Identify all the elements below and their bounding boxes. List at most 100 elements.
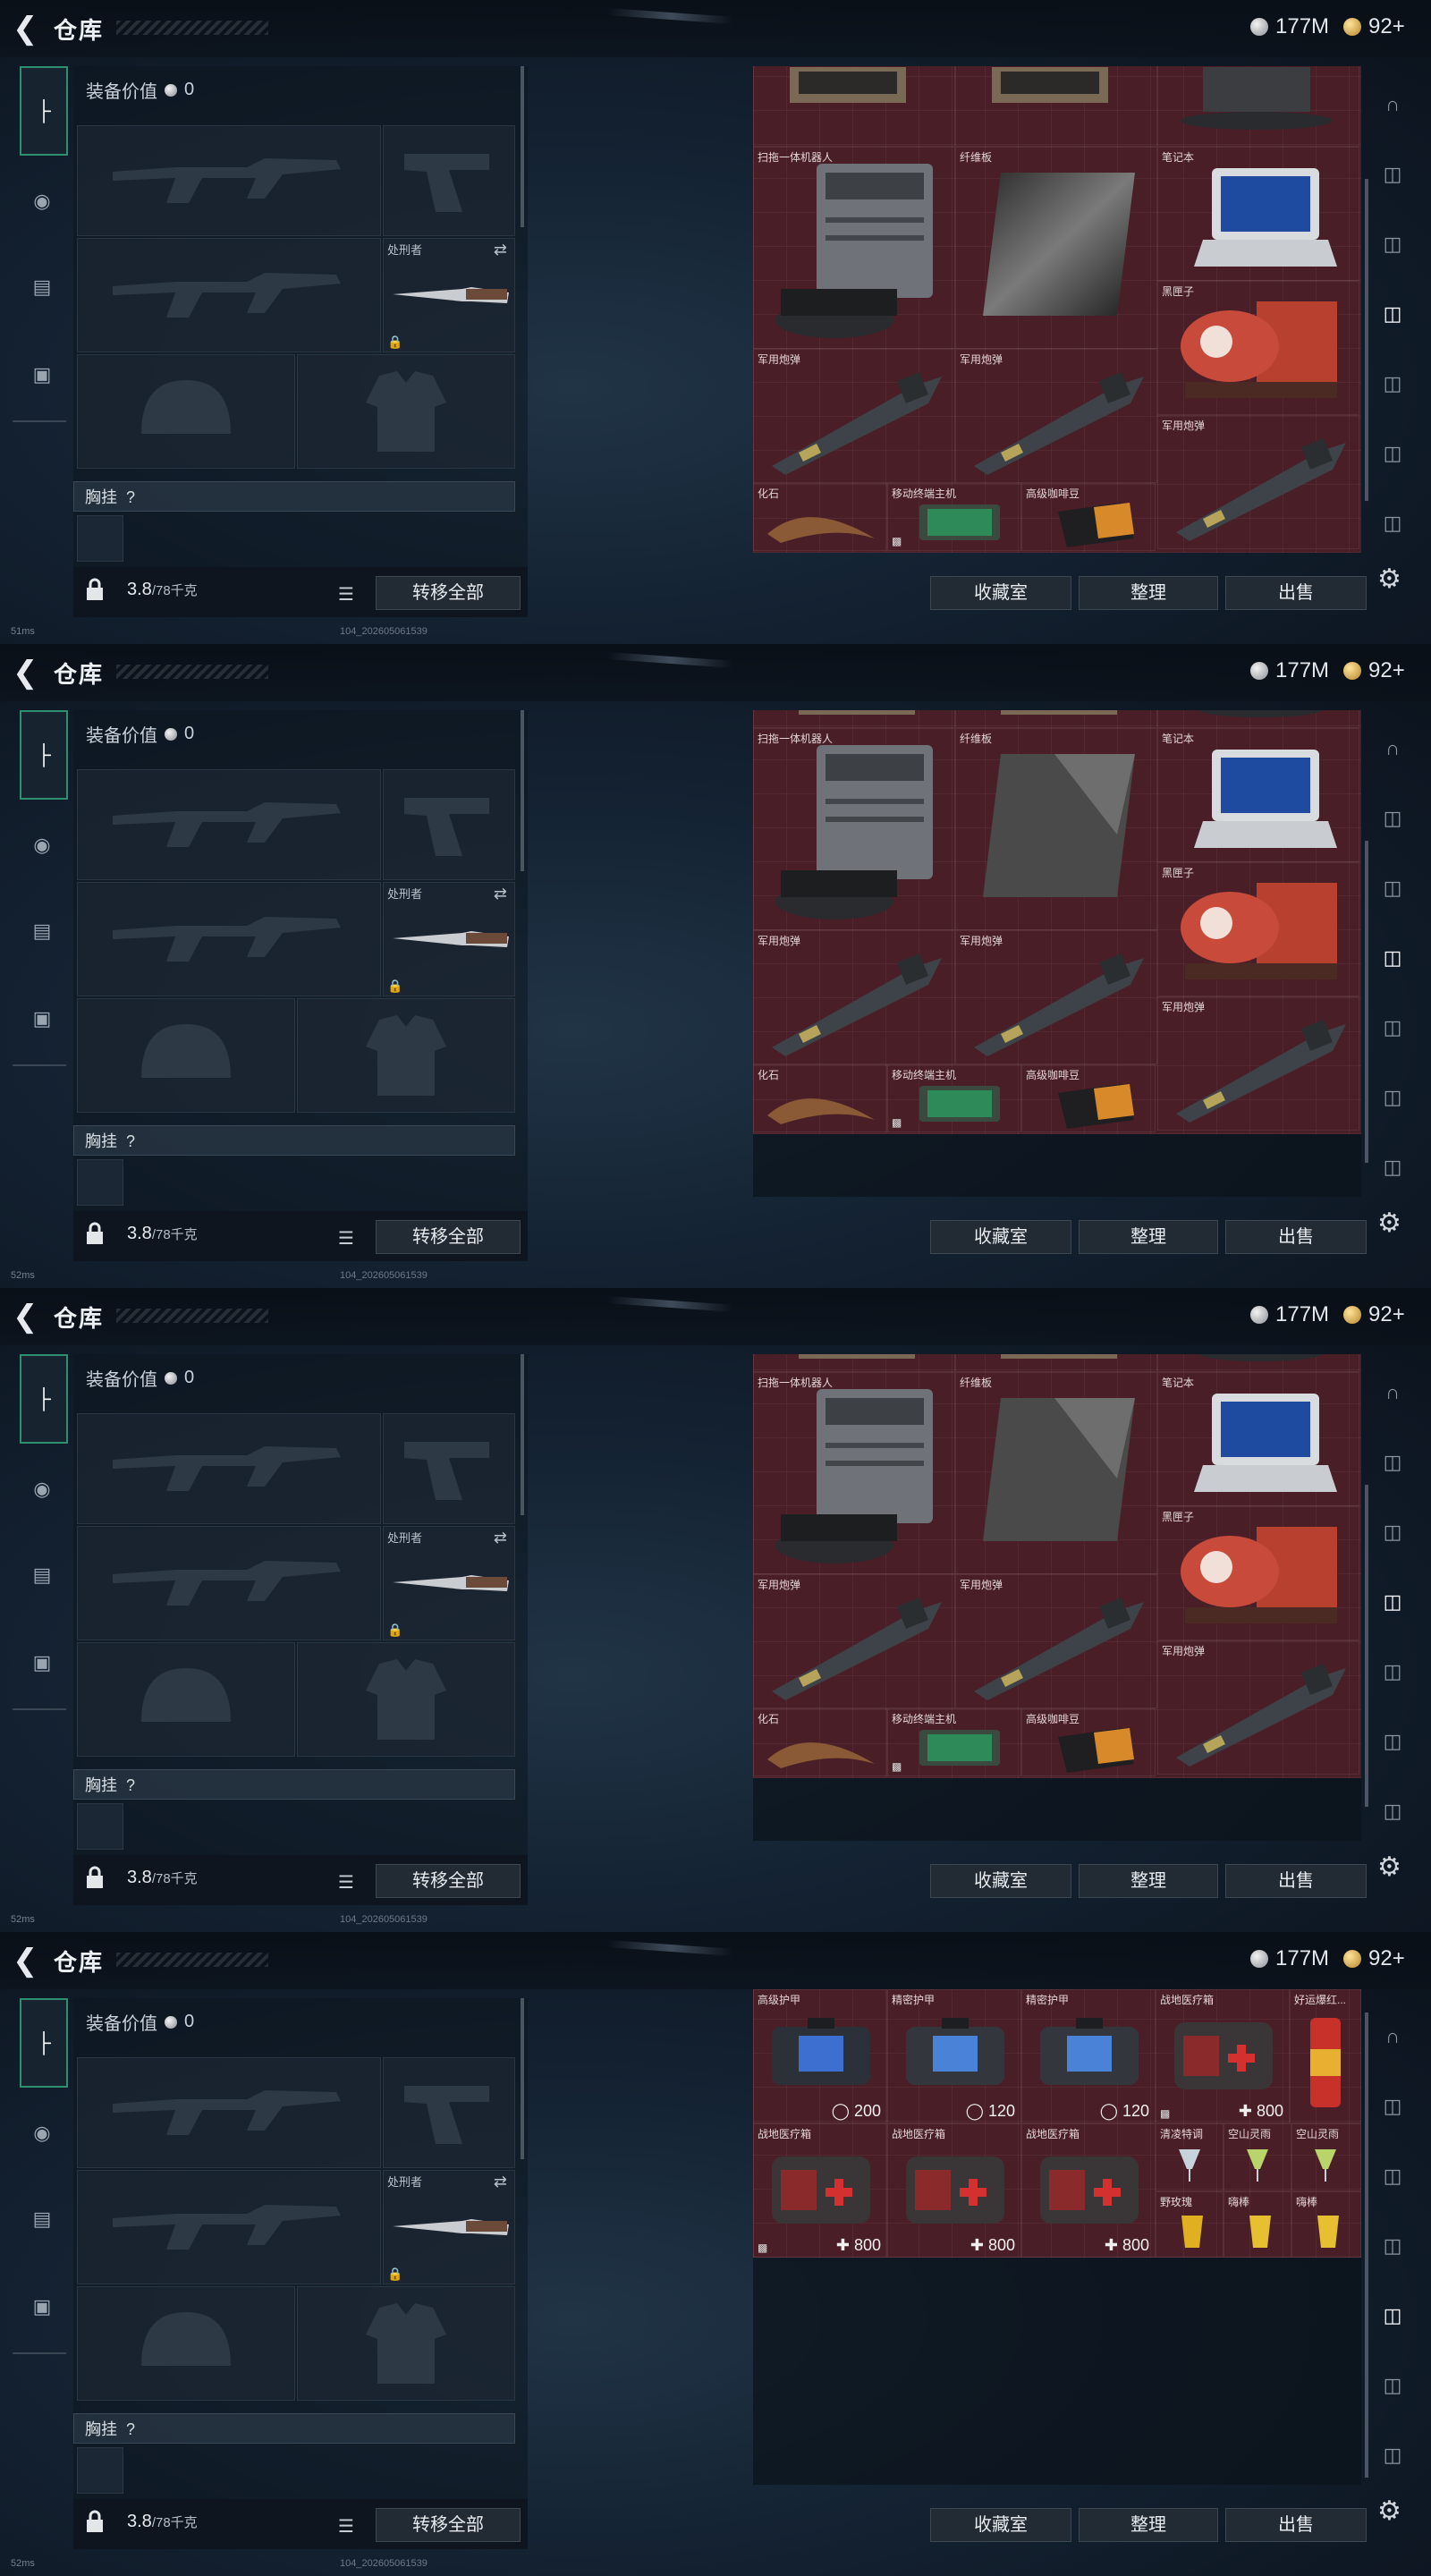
item-partial-top-3[interactable] [1157, 1354, 1359, 1372]
stash-scrollbar[interactable] [1365, 179, 1368, 501]
melee-slot[interactable]: 处刑者 ⇄ 🔒 [383, 238, 515, 352]
collection-button[interactable]: 收藏室 [930, 2508, 1071, 2542]
nav-weapons[interactable]: ├ [20, 66, 68, 156]
rail-stash-icon-4[interactable]: ◫ [1379, 370, 1406, 397]
item-robot-vacuum[interactable]: 扫拖一体机器人 [753, 1372, 955, 1574]
organize-button[interactable]: 整理 [1079, 2508, 1218, 2542]
item-red-drink[interactable]: 好运爆红... [1290, 1989, 1361, 2123]
secondary-weapon-slot[interactable] [77, 882, 381, 996]
loadout-scrollbar[interactable] [521, 66, 524, 227]
rail-stash-icon-3[interactable]: ◫ [1379, 2233, 1406, 2259]
pistol-slot[interactable] [383, 1413, 515, 1524]
item-medkit-1[interactable]: 战地医疗箱 ▩ ✚ 800 [1156, 1989, 1290, 2123]
item-fiberboard[interactable]: 纤维板 [955, 728, 1157, 930]
item-mobile-terminal[interactable]: 移动终端主机 ▩ [887, 483, 1021, 551]
item-laptop[interactable]: 笔记本 [1157, 728, 1359, 862]
item-partial-top-3[interactable] [1157, 710, 1359, 728]
swap-icon[interactable]: ⇄ [494, 241, 507, 259]
rail-stash-icon-4[interactable]: ◫ [1379, 1014, 1406, 1041]
list-icon[interactable]: ☰ [338, 2515, 354, 2538]
rail-stash-icon-1[interactable]: ◫ [1379, 2093, 1406, 2120]
primary-weapon-slot[interactable] [77, 769, 381, 880]
chest-rig-header[interactable]: 胸挂 ? [73, 2413, 515, 2444]
item-drink-5[interactable]: 嗨棒 [1224, 2191, 1291, 2258]
nav-armor[interactable]: ◉ [20, 2111, 64, 2156]
item-drink-4[interactable]: 野玫瑰 [1156, 2191, 1224, 2258]
sell-button[interactable]: 出售 [1225, 2508, 1367, 2542]
rail-stash-icon-4[interactable]: ◫ [1379, 1658, 1406, 1685]
rail-stash-icon-5[interactable]: ◫ [1379, 440, 1406, 467]
item-fossil[interactable]: 化石 [753, 1064, 887, 1132]
swap-icon[interactable]: ⇄ [494, 2173, 507, 2191]
rail-stash-icon-5[interactable]: ◫ [1379, 1084, 1406, 1111]
collection-button[interactable]: 收藏室 [930, 576, 1071, 610]
secondary-weapon-slot[interactable] [77, 238, 381, 352]
item-black-box[interactable]: 黑匣子 [1157, 281, 1359, 415]
back-icon[interactable]: ❮ [13, 1943, 43, 1979]
item-partial-top-3[interactable] [1157, 66, 1359, 147]
armor-slot[interactable] [297, 998, 515, 1113]
item-partial-top-1[interactable] [753, 1354, 955, 1372]
sell-button[interactable]: 出售 [1225, 576, 1367, 610]
rail-stash-icon-2[interactable]: ◫ [1379, 231, 1406, 258]
item-shell-3[interactable]: 军用炮弹 [1157, 1640, 1359, 1775]
settings-gear-icon[interactable]: ⚙ [1377, 564, 1401, 595]
rail-stash-icon-5[interactable]: ◫ [1379, 2372, 1406, 2399]
rail-stash-icon-2[interactable]: ◫ [1379, 1519, 1406, 1546]
helmet-slot[interactable] [77, 998, 295, 1113]
organize-button[interactable]: 整理 [1079, 1864, 1218, 1898]
organize-button[interactable]: 整理 [1079, 576, 1218, 610]
stash-scrollbar[interactable] [1365, 841, 1368, 1163]
nav-armor[interactable]: ◉ [20, 823, 64, 868]
armor-slot[interactable] [297, 354, 515, 469]
rail-stash-icon-6[interactable]: ◫ [1379, 2442, 1406, 2469]
stash-scrollbar[interactable] [1365, 2012, 1368, 2478]
help-icon[interactable]: ? [126, 2420, 135, 2438]
swap-icon[interactable]: ⇄ [494, 1529, 507, 1547]
primary-weapon-slot[interactable] [77, 125, 381, 236]
nav-clipboard[interactable]: ▤ [20, 909, 64, 953]
rail-stash-icon-3[interactable]: ◫ [1379, 945, 1406, 971]
rail-stash-icon-6[interactable]: ◫ [1379, 1154, 1406, 1181]
item-coffee-beans[interactable]: 高级咖啡豆 [1021, 1708, 1156, 1776]
item-robot-vacuum[interactable]: 扫拖一体机器人 [753, 728, 955, 930]
back-icon[interactable]: ❮ [13, 11, 43, 47]
item-armor-precision-1[interactable]: 精密护甲 ◯ 120 [887, 1989, 1021, 2123]
help-icon[interactable]: ? [126, 1776, 135, 1794]
collection-button[interactable]: 收藏室 [930, 1864, 1071, 1898]
item-mobile-terminal[interactable]: 移动终端主机 ▩ [887, 1064, 1021, 1132]
settings-gear-icon[interactable]: ⚙ [1377, 1208, 1401, 1239]
helmet-slot[interactable] [77, 1642, 295, 1757]
rail-stash-icon-1[interactable]: ◫ [1379, 1449, 1406, 1476]
armor-slot[interactable] [297, 1642, 515, 1757]
nav-clipboard[interactable]: ▤ [20, 1553, 64, 1597]
collection-button[interactable]: 收藏室 [930, 1220, 1071, 1254]
transfer-all-button[interactable]: 转移全部 [376, 576, 521, 610]
rail-stash-icon-6[interactable]: ◫ [1379, 1798, 1406, 1825]
item-fossil[interactable]: 化石 [753, 1708, 887, 1776]
nav-clipboard[interactable]: ▤ [20, 265, 64, 309]
sell-button[interactable]: 出售 [1225, 1220, 1367, 1254]
pistol-slot[interactable] [383, 2057, 515, 2168]
armor-slot[interactable] [297, 2286, 515, 2401]
rail-stash-icon-1[interactable]: ◫ [1379, 161, 1406, 188]
loadout-scrollbar[interactable] [521, 710, 524, 871]
rail-arch-icon[interactable]: ∩ [1379, 91, 1406, 118]
sell-button[interactable]: 出售 [1225, 1864, 1367, 1898]
nav-weapons[interactable]: ├ [20, 1998, 68, 2088]
item-medkit-2[interactable]: 战地医疗箱 ▩ ✚ 800 [753, 2123, 887, 2258]
helmet-slot[interactable] [77, 354, 295, 469]
stash-grid[interactable]: 扫拖一体机器人 纤维板 笔记本 黑匣子 军用炮弹 军用炮弹 军用炮弹 化石 移动… [753, 1354, 1361, 1778]
nav-weapons[interactable]: ├ [20, 1354, 68, 1444]
secondary-weapon-slot[interactable] [77, 1526, 381, 1640]
item-shell-1[interactable]: 军用炮弹 [753, 1574, 955, 1708]
pistol-slot[interactable] [383, 769, 515, 880]
back-icon[interactable]: ❮ [13, 1299, 43, 1335]
item-armor-precision-2[interactable]: 精密护甲 ◯ 120 [1021, 1989, 1156, 2123]
nav-briefcase[interactable]: ▣ [20, 1640, 64, 1685]
item-drink-2[interactable]: 空山灵雨 [1224, 2123, 1291, 2191]
item-coffee-beans[interactable]: 高级咖啡豆 [1021, 1064, 1156, 1132]
helmet-slot[interactable] [77, 2286, 295, 2401]
transfer-all-button[interactable]: 转移全部 [376, 1220, 521, 1254]
item-laptop[interactable]: 笔记本 [1157, 1372, 1359, 1506]
